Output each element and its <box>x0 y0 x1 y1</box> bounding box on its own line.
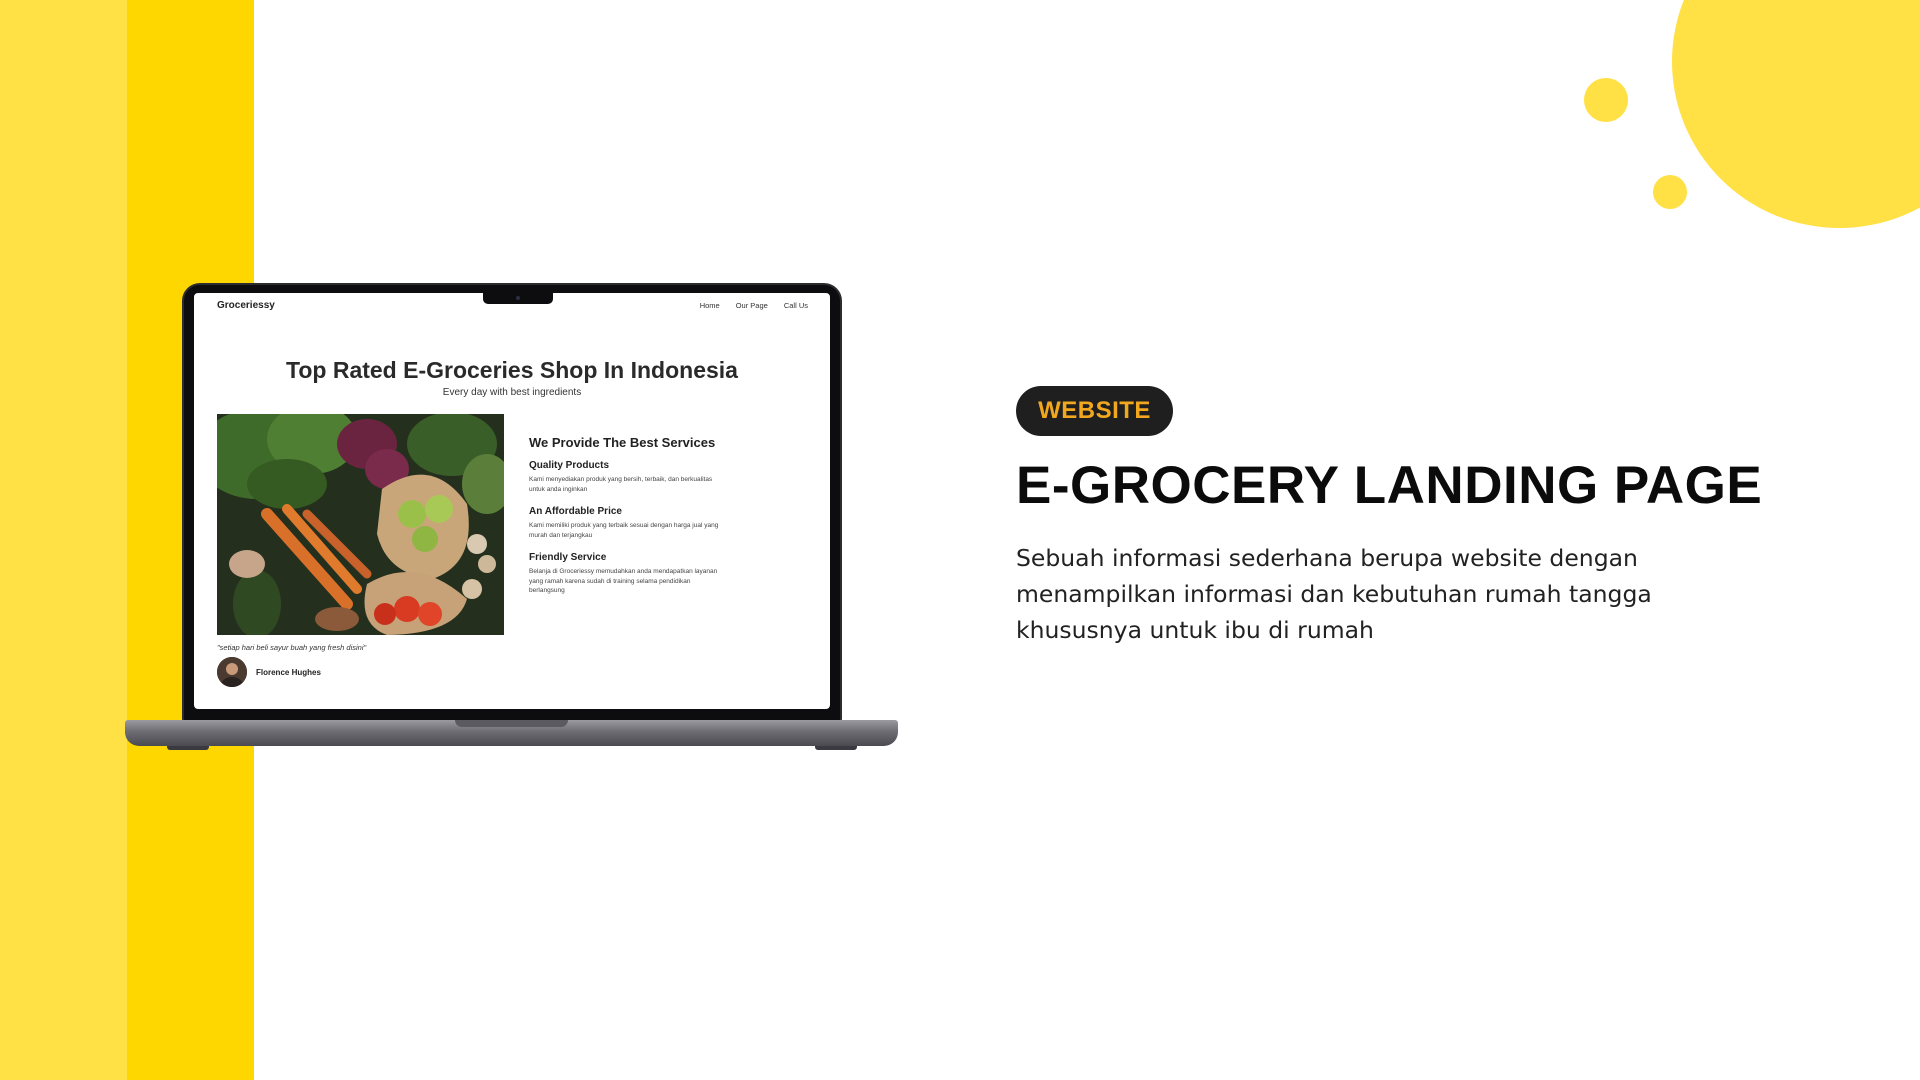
laptop-lid: Groceriessy Home Our Page Call Us Top Ra… <box>182 283 842 723</box>
site-logo[interactable]: Groceriessy <box>217 300 275 311</box>
category-badge-label: WEBSITE <box>1038 397 1151 424</box>
service-text: Kami memiliki produk yang terbaik sesuai… <box>529 522 719 539</box>
avatar <box>217 657 247 687</box>
service-title: Friendly Service <box>529 552 607 563</box>
testimonial-name: Florence Hughes <box>256 668 321 677</box>
left-band-light <box>0 0 127 1080</box>
service-friendly: Friendly Service Belanja di Groceriessy … <box>529 552 724 596</box>
decor-circle-medium <box>1584 78 1628 122</box>
site-nav-call-us[interactable]: Call Us <box>784 301 808 310</box>
vegetables-photo-icon <box>217 414 504 635</box>
laptop-mockup: Groceriessy Home Our Page Call Us Top Ra… <box>125 283 898 751</box>
project-description: Sebuah informasi sederhana berupa websit… <box>1016 544 1652 644</box>
laptop-base <box>125 720 898 746</box>
project-title: E-GROCERY LANDING PAGE <box>1016 456 1763 515</box>
vegetables-photo <box>217 414 504 635</box>
service-price: An Affordable Price Kami memiliki produk… <box>529 506 724 540</box>
laptop-screen: Groceriessy Home Our Page Call Us Top Ra… <box>194 293 830 709</box>
site-hero-title: Top Rated E-Groceries Shop In Indonesia <box>286 357 738 383</box>
service-text: Kami menyediakan produk yang bersih, ter… <box>529 476 713 493</box>
laptop-foot-left <box>167 746 209 750</box>
decor-circle-large <box>1672 0 1920 228</box>
service-text: Belanja di Groceriessy memudahkan anda m… <box>529 568 718 594</box>
site-nav-home[interactable]: Home <box>700 301 720 310</box>
avatar-person-icon <box>217 657 247 687</box>
camera-notch <box>483 293 553 304</box>
category-badge: WEBSITE <box>1016 386 1173 436</box>
laptop-foot-right <box>815 746 857 750</box>
decor-circle-small <box>1653 175 1687 209</box>
site-nav-links: Home Our Page Call Us <box>700 301 808 310</box>
service-title: Quality Products <box>529 460 610 471</box>
testimonial-quote: "setiap hari beli sayur buah yang fresh … <box>217 643 367 652</box>
service-quality: Quality Products Kami menyediakan produk… <box>529 460 724 494</box>
site-nav-our-page[interactable]: Our Page <box>736 301 768 310</box>
site-hero-subtitle: Every day with best ingredients <box>442 387 582 398</box>
services-title: We Provide The Best Services <box>529 435 716 450</box>
service-title: An Affordable Price <box>529 506 622 517</box>
laptop-groove <box>455 720 568 727</box>
